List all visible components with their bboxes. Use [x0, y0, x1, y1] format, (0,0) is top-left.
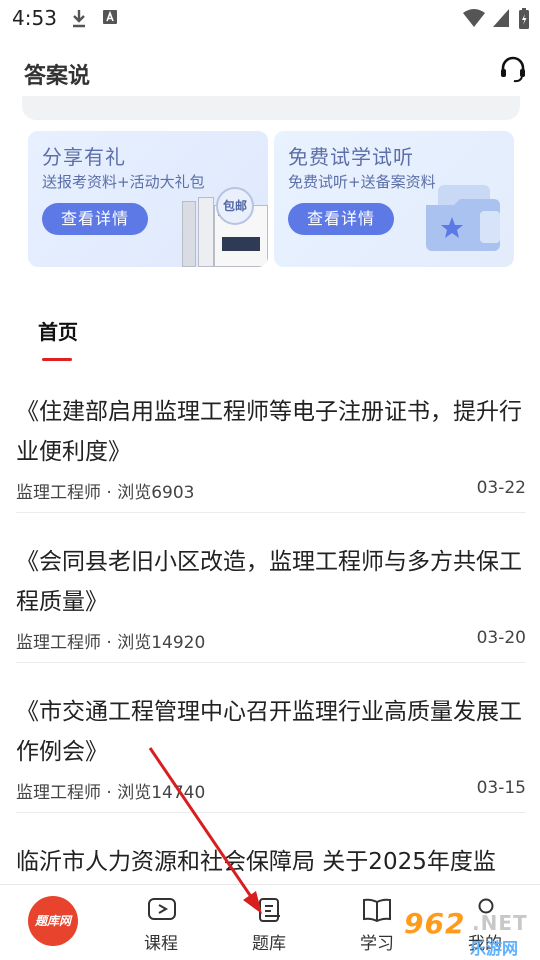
article-title: 临沂市人力资源和社会保障局 关于2025年度监	[16, 849, 496, 875]
accessibility-a-icon	[103, 10, 117, 24]
signal-icon	[493, 9, 509, 27]
tab-home[interactable]: 首页	[38, 316, 78, 345]
promo-title: 分享有礼	[42, 145, 126, 169]
battery-icon	[519, 8, 529, 29]
divider	[16, 512, 526, 513]
customer-service-icon[interactable]	[498, 54, 528, 84]
nav-item-question-bank[interactable]: 题库	[224, 885, 314, 960]
promo-subtitle: 免费试听+送备案资料	[288, 173, 436, 191]
watermark-number: 962	[404, 907, 466, 940]
view-details-button[interactable]: 查看详情	[288, 203, 394, 235]
article-item[interactable]: 临沂市人力资源和社会保障局 关于2025年度监	[16, 842, 526, 884]
watermark-net: .NET	[472, 911, 528, 935]
question-bank-icon	[259, 898, 280, 922]
article-title: 《市交通工程管理中心召开监理行业高质量发展工作例会》	[16, 699, 522, 765]
free-shipping-badge: 包邮	[216, 187, 254, 225]
nav-item-courses[interactable]: 课程	[116, 885, 206, 960]
article-date: 03-20	[476, 628, 526, 648]
article-category-views: 监理工程师 · 浏览6903	[16, 483, 195, 503]
download-icon	[73, 10, 85, 28]
article-category-views: 监理工程师 · 浏览14740	[16, 783, 206, 803]
status-time: 4:53	[12, 6, 57, 30]
article-item[interactable]: 《市交通工程管理中心召开监理行业高质量发展工作例会》 监理工程师 · 浏览147…	[16, 692, 526, 804]
article-date: 03-22	[476, 478, 526, 498]
article-meta: 监理工程师 · 浏览14920 03-20	[16, 626, 526, 654]
app-logo-button[interactable]: 题库网	[28, 896, 78, 946]
folder-star-icon	[426, 185, 500, 251]
article-meta: 监理工程师 · 浏览14740 03-15	[16, 776, 526, 804]
nav-label: 题库	[252, 934, 286, 954]
article-title: 《住建部启用监理工程师等电子注册证书，提升行业便利度》	[16, 399, 522, 465]
book-icon	[363, 898, 391, 923]
active-tab-indicator	[42, 358, 72, 361]
article-meta: 监理工程师 · 浏览6903 03-22	[16, 476, 526, 504]
promo-subtitle: 送报考资料+活动大礼包	[42, 173, 205, 191]
article-title: 《会同县老旧小区改造，监理工程师与多方共保工程质量》	[16, 549, 522, 615]
page-title: 答案说	[24, 64, 91, 89]
watermark-site: 乐游网	[470, 939, 519, 958]
article-date: 03-15	[476, 778, 526, 798]
article-item[interactable]: 《住建部启用监理工程师等电子注册证书，提升行业便利度》 监理工程师 · 浏览69…	[16, 392, 526, 504]
article-category-views: 监理工程师 · 浏览14920	[16, 633, 206, 653]
play-video-icon	[148, 898, 176, 920]
status-bar: 4:53	[0, 0, 540, 36]
app-header: 答案说	[0, 44, 540, 100]
divider	[16, 662, 526, 663]
promo-card-share[interactable]: 分享有礼 送报考资料+活动大礼包 查看详情 包邮	[28, 131, 268, 267]
promo-title: 免费试学试听	[288, 145, 414, 169]
divider	[16, 812, 526, 813]
nav-label: 课程	[144, 934, 178, 954]
promo-card-trial[interactable]: 免费试学试听 免费试听+送备案资料 查看详情	[274, 131, 514, 267]
watermark: 962 .NET 乐游网	[400, 905, 536, 958]
wifi-icon	[463, 9, 485, 27]
search-bar[interactable]	[22, 96, 520, 120]
view-details-button[interactable]: 查看详情	[42, 203, 148, 235]
article-item[interactable]: 《会同县老旧小区改造，监理工程师与多方共保工程质量》 监理工程师 · 浏览149…	[16, 542, 526, 654]
